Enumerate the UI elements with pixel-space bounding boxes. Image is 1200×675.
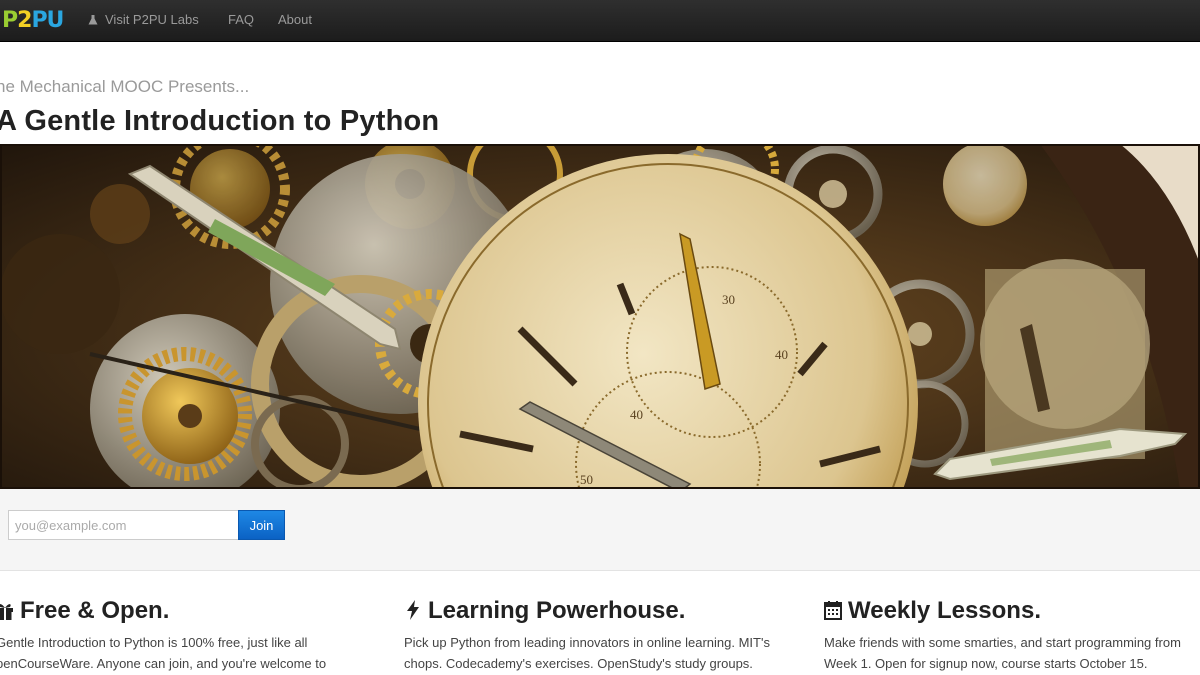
nav-link-label: Visit P2PU Labs xyxy=(105,12,199,27)
feature-description: Make friends with some smarties, and sta… xyxy=(824,635,1181,671)
feature-heading: Learning Powerhouse. xyxy=(404,596,794,626)
join-button[interactable]: Join xyxy=(238,510,285,540)
feature-learning-powerhouse: Learning Powerhouse. Pick up Python from… xyxy=(404,596,794,674)
calendar-icon xyxy=(824,601,842,620)
signup-bar: Join xyxy=(0,489,1200,571)
email-input[interactable] xyxy=(8,510,238,540)
nav-link-faq[interactable]: FAQ xyxy=(228,0,254,42)
feature-free-open: Free & Open. Gentle Introduction to Pyth… xyxy=(0,596,386,674)
feature-title: Weekly Lessons. xyxy=(848,597,1041,624)
feature-weekly-lessons: Weekly Lessons. Make friends with some s… xyxy=(824,596,1200,674)
svg-text:40: 40 xyxy=(775,347,788,362)
feature-title: Learning Powerhouse. xyxy=(428,597,686,624)
nav-link-p2pu-labs[interactable]: Visit P2PU Labs xyxy=(88,0,199,42)
hero-image-clockwork-gears: 30 40 40 50 xyxy=(0,144,1200,489)
svg-text:30: 30 xyxy=(722,292,735,307)
feature-heading: Weekly Lessons. xyxy=(824,596,1200,626)
logo-letter-p: P xyxy=(2,8,18,33)
logo-letters-pu: PU xyxy=(31,8,64,33)
top-navbar: P2PU Visit P2PU Labs FAQ About xyxy=(0,0,1200,42)
flask-icon xyxy=(88,15,98,25)
page-title: A Gentle Introduction to Python xyxy=(0,105,440,137)
bolt-icon xyxy=(407,600,419,620)
gift-icon xyxy=(0,604,13,620)
feature-heading: Free & Open. xyxy=(0,596,386,626)
p2pu-logo[interactable]: P2PU xyxy=(2,8,64,34)
feature-title: Free & Open. xyxy=(20,597,170,624)
page-subtitle: he Mechanical MOOC Presents... xyxy=(0,77,250,96)
feature-description: Gentle Introduction to Python is 100% fr… xyxy=(0,635,327,671)
nav-link-about[interactable]: About xyxy=(278,0,312,42)
logo-digit-2: 2 xyxy=(17,8,32,33)
svg-text:50: 50 xyxy=(580,472,593,487)
feature-description: Pick up Python from leading innovators i… xyxy=(404,635,770,671)
svg-text:40: 40 xyxy=(630,407,643,422)
